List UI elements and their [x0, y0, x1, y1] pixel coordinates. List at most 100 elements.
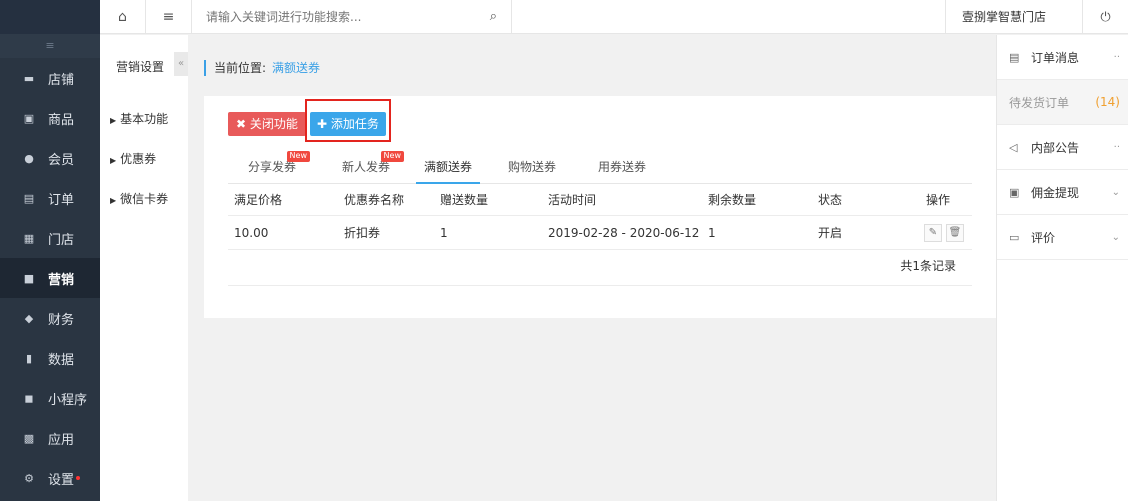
panel-item-label: 订单消息: [1031, 50, 1080, 65]
notification-dot: [76, 476, 81, 480]
pending-count: (14): [1095, 95, 1120, 109]
gear-icon: ⚙: [24, 471, 34, 485]
panel-item-label: 评价: [1031, 230, 1056, 245]
sidebar-item-9[interactable]: ▩ 应用: [0, 418, 100, 458]
panel-item-icon: ▣: [1009, 185, 1020, 199]
sidebar-item-10[interactable]: ⚙ 设置: [0, 458, 100, 498]
apps-icon: ▩: [23, 431, 35, 445]
shop-icon: ▦: [23, 231, 35, 245]
expand-icon[interactable]: ··: [1114, 142, 1120, 153]
sub-sidebar-item-label: 微信卡券: [120, 192, 169, 206]
sidebar-item-0[interactable]: ▬ 店铺: [0, 58, 100, 98]
sidebar-item-label: 营销: [48, 272, 75, 288]
member-icon: ●: [24, 151, 34, 165]
expand-icon[interactable]: ⌄: [1112, 187, 1120, 198]
row-actions: ✎ 🗑: [920, 216, 964, 249]
table-cell: 开启: [818, 226, 843, 240]
sub-sidebar-item-label: 优惠券: [120, 152, 157, 166]
sub-sidebar-item[interactable]: ▶ 基本功能: [100, 99, 188, 139]
power-icon[interactable]: ⏻: [1082, 0, 1128, 34]
expand-icon[interactable]: ··: [1114, 52, 1120, 63]
tab-0[interactable]: 分享发券 New: [228, 151, 316, 184]
sidebar-item-label: 数据: [48, 352, 75, 368]
table-cell: 1: [440, 225, 448, 240]
sidebar-item-label: 财务: [48, 312, 75, 328]
delete-icon[interactable]: 🗑: [946, 223, 964, 242]
sidebar-item-label: 订单: [48, 192, 75, 208]
sidebar-item-6[interactable]: ◆ 财务: [0, 298, 100, 338]
main-sidebar: ≡ ▬ 店铺 ▣ 商品 ● 会员 ▤ 订单 ▦ 门店 ■ 营销 ◆ 财务 ▮ 数据 ◼ 小程序 ▩ 应用 ⚙ 设置: [0, 0, 100, 501]
sidebar-item-5[interactable]: ■ 营销: [0, 258, 100, 298]
sidebar-item-2[interactable]: ● 会员: [0, 138, 100, 178]
goods-icon: ▣: [23, 111, 35, 125]
expand-icon[interactable]: ⌄: [1112, 232, 1120, 243]
tab-1[interactable]: 新人发券 New: [322, 151, 410, 184]
total-records: 共1条记录: [228, 252, 972, 286]
sidebar-item-4[interactable]: ▦ 门店: [0, 218, 100, 258]
right-panel-item[interactable]: ▤ 订单消息 ··: [997, 35, 1128, 80]
panel-item-label: 待发货订单: [1009, 95, 1070, 110]
search-icon[interactable]: ⌕: [490, 9, 497, 24]
tab-3[interactable]: 购物送券: [494, 152, 570, 184]
money-bag-icon: ◆: [24, 311, 34, 325]
tab-4[interactable]: 用券送券: [584, 152, 660, 184]
table-cell: 10.00: [234, 225, 269, 240]
tab-2[interactable]: 满额送券: [416, 152, 480, 184]
caret-right-icon: ▶: [110, 156, 117, 165]
sidebar-item-7[interactable]: ▮ 数据: [0, 338, 100, 378]
menu-icon[interactable]: ≡: [146, 0, 192, 34]
sidebar-item-label: 小程序: [48, 392, 88, 408]
home-icon[interactable]: ⌂: [100, 0, 146, 34]
new-badge: New: [380, 151, 404, 162]
column-header: 操作: [926, 193, 951, 207]
panel-item-icon: ▭: [1009, 230, 1020, 244]
tab-label: 分享发券: [247, 160, 296, 174]
tab-label: 满额送券: [423, 160, 472, 174]
search-input[interactable]: [206, 9, 466, 24]
right-panel-item[interactable]: ▣ 佣金提现 ⌄: [997, 170, 1128, 215]
edit-icon[interactable]: ✎: [924, 223, 942, 242]
sidebar-item-label: 会员: [48, 152, 75, 168]
panel-item-icon: ▤: [1009, 50, 1020, 64]
sidebar-item-label: 门店: [48, 232, 75, 248]
top-bar: ⌂ ≡ ⌕ 壹捌掌智慧门店 ⏻: [100, 0, 1128, 34]
column-header: 赠送数量: [440, 193, 489, 207]
sidebar-item-1[interactable]: ▣ 商品: [0, 98, 100, 138]
column-header: 剩余数量: [708, 193, 757, 207]
column-header: 优惠券名称: [344, 193, 405, 207]
order-icon: ▤: [23, 191, 35, 205]
store-icon: ▬: [23, 71, 35, 85]
caret-right-icon: ▶: [110, 196, 117, 205]
chart-icon: ▮: [25, 351, 33, 365]
table-cell: 2019-02-28 - 2020-06-12: [548, 225, 700, 240]
column-header: 满足价格: [234, 193, 283, 207]
store-name[interactable]: 壹捌掌智慧门店: [944, 0, 1062, 34]
sub-sidebar-collapse-icon[interactable]: «: [174, 52, 188, 76]
sidebar-collapse-icon[interactable]: ≡: [0, 34, 100, 58]
right-panel: ▤ 订单消息 ·· 待发货订单 (14) ◁ 内部公告 ·· ▣ 佣金提现 ⌄ ▭ 评价 ⌄: [996, 35, 1128, 501]
column-header: 状态: [818, 193, 843, 207]
gift-icon: ■: [23, 271, 35, 285]
right-panel-item[interactable]: ▭ 评价 ⌄: [997, 215, 1128, 260]
panel-item-label: 佣金提现: [1031, 185, 1080, 200]
tab-label: 用券送券: [597, 160, 646, 174]
close-feature-button[interactable]: ✖ 关闭功能: [228, 112, 306, 136]
right-panel-item[interactable]: ◁ 内部公告 ··: [997, 125, 1128, 170]
column-header: 活动时间: [548, 193, 597, 207]
sidebar-item-label: 设置: [48, 472, 75, 488]
sidebar-item-8[interactable]: ◼ 小程序: [0, 378, 100, 418]
new-badge: New: [286, 151, 310, 162]
mini-program-icon: ◼: [24, 391, 34, 405]
task-table: 满足价格 优惠券名称 赠送数量 活动时间 剩余数量 状态 操作 10.00 折扣券 1 2019-…: [228, 184, 972, 250]
breadcrumb-prefix: 当前位置:: [214, 61, 267, 75]
search-box: ⌕: [192, 0, 512, 34]
sub-sidebar-item[interactable]: ▶ 优惠券: [100, 139, 188, 179]
sidebar-item-3[interactable]: ▤ 订单: [0, 178, 100, 218]
sub-sidebar: 营销设置 ▶ 基本功能 ▶ 优惠券 ▶ 微信卡券: [100, 35, 188, 501]
right-panel-item[interactable]: 待发货订单 (14): [997, 80, 1128, 125]
main-card: ✖ 关闭功能 ✚ 添加任务 分享发券 New 新人发券 New 满额送券 购物送券 用券送券…: [204, 96, 996, 318]
sub-sidebar-item-label: 基本功能: [120, 112, 169, 126]
sub-sidebar-item[interactable]: ▶ 微信卡券: [100, 179, 188, 219]
breadcrumb-current[interactable]: 满额送券: [272, 61, 320, 75]
highlight-box: [305, 99, 391, 142]
